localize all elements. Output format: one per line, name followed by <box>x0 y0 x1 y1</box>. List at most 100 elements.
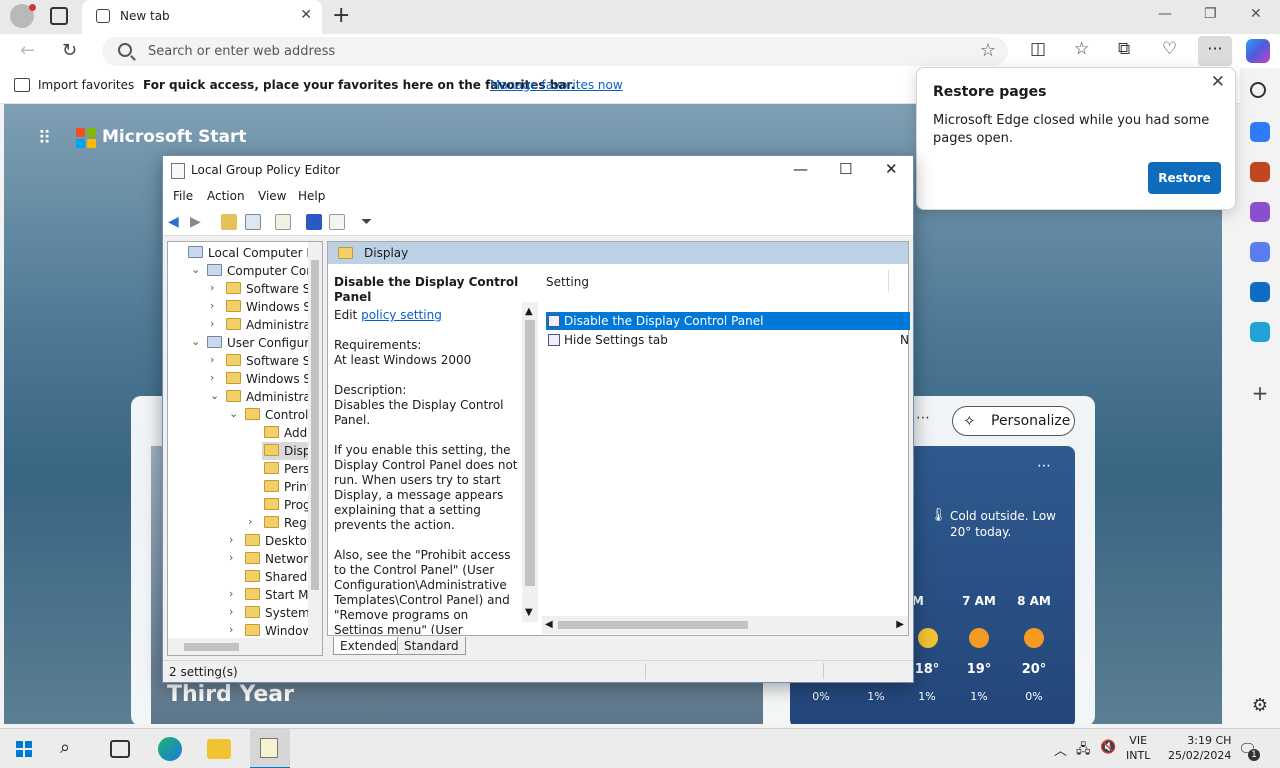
browser-essentials-icon[interactable]: ♡ <box>1162 39 1177 59</box>
scroll-left-icon[interactable]: ◀ <box>545 619 553 630</box>
chevron-right-icon[interactable]: › <box>229 533 233 546</box>
sidebar-settings-gear-icon[interactable]: ⚙ <box>1250 696 1270 716</box>
chevron-right-icon[interactable]: › <box>210 299 214 312</box>
favorites-icon[interactable]: ☆ <box>1074 39 1089 59</box>
tree-item[interactable]: › Region <box>168 514 310 532</box>
tools-icon[interactable] <box>1250 162 1270 182</box>
list-horizontal-scrollbar[interactable]: ◀ ▶ <box>542 616 908 634</box>
properties-icon[interactable] <box>329 214 345 230</box>
help-icon[interactable] <box>306 214 322 230</box>
shopping-icon[interactable] <box>1250 122 1270 142</box>
tree-item[interactable]: ⌄ Administrative <box>168 388 310 406</box>
filter-icon[interactable]: ⏷ <box>361 214 377 230</box>
tree-item[interactable]: › Windows Sett <box>168 370 310 388</box>
tree-item[interactable]: › Software Setti <box>168 352 310 370</box>
manage-favorites-link[interactable]: Manage favorites now <box>490 78 623 92</box>
split-screen-icon[interactable]: ◫ <box>1030 39 1046 59</box>
language-indicator[interactable]: VIE INTL <box>1126 733 1150 763</box>
gpe-titlebar[interactable]: Local Group Policy Editor — ☐ ✕ <box>163 156 913 186</box>
clock[interactable]: 3:19 CH 25/02/2024 <box>1168 733 1231 763</box>
restore-button[interactable]: Restore <box>1148 162 1221 194</box>
new-tab-plus-icon[interactable]: + <box>332 3 350 28</box>
menu-action[interactable]: Action <box>207 189 245 203</box>
chevron-right-icon[interactable]: › <box>210 317 214 330</box>
weather-more-icon[interactable]: ⋯ <box>1037 458 1051 474</box>
chevron-right-icon[interactable]: › <box>229 551 233 564</box>
task-view-icon[interactable] <box>110 740 130 758</box>
feed-more-icon[interactable]: ⋯ <box>916 410 930 426</box>
tree-item[interactable]: Local Computer Polic <box>168 244 310 262</box>
setting-row[interactable]: Hide Settings tab N <box>546 331 910 349</box>
gpe-taskbar-button[interactable] <box>250 729 290 768</box>
tab-new-tab[interactable]: New tab ✕ <box>82 0 322 34</box>
volume-muted-icon[interactable]: 🔇 <box>1100 740 1116 755</box>
description-scroll-thumb[interactable] <box>525 320 535 586</box>
gpe-close-icon[interactable]: ✕ <box>885 160 898 178</box>
description-scrollbar[interactable]: ▲ ▼ <box>522 302 538 622</box>
menu-view[interactable]: View <box>258 189 286 203</box>
tab-extended[interactable]: Extended <box>333 637 404 655</box>
chevron-right-icon[interactable]: › <box>229 623 233 636</box>
edge-taskbar-icon[interactable] <box>158 737 182 761</box>
tab-close-icon[interactable]: ✕ <box>300 7 312 23</box>
games-icon[interactable] <box>1250 202 1270 222</box>
tree-hscroll-thumb[interactable] <box>184 643 239 651</box>
outlook-icon[interactable] <box>1250 282 1270 302</box>
scroll-right-icon[interactable]: ▶ <box>896 619 904 630</box>
scroll-up-icon[interactable]: ▲ <box>525 304 533 319</box>
minimize-icon[interactable]: — <box>1158 6 1172 22</box>
policy-setting-link[interactable]: policy setting <box>361 308 442 322</box>
tree-horizontal-scrollbar[interactable] <box>168 638 322 655</box>
drop-icon[interactable] <box>1250 322 1270 342</box>
menu-file[interactable]: File <box>173 189 193 203</box>
tree-item[interactable]: Printer <box>168 478 310 496</box>
import-favorites-button[interactable]: Import favorites <box>38 78 134 92</box>
collections-icon[interactable]: ⧉ <box>1118 39 1130 59</box>
list-scroll-thumb[interactable] <box>558 621 748 629</box>
add-sidebar-app-icon[interactable]: + <box>1250 383 1270 404</box>
restore-window-icon[interactable]: ❐ <box>1204 6 1217 22</box>
tree-vertical-scrollbar[interactable] <box>308 242 322 638</box>
menu-help[interactable]: Help <box>298 189 325 203</box>
back-arrow-icon[interactable]: ← <box>20 40 35 61</box>
tree-item[interactable]: Person <box>168 460 310 478</box>
tree-item[interactable]: › Desktop <box>168 532 310 550</box>
tree-item[interactable]: Shared Fol <box>168 568 310 586</box>
scroll-down-icon[interactable]: ▼ <box>525 605 533 620</box>
tree-scroll-thumb[interactable] <box>311 260 319 590</box>
start-windows-icon[interactable] <box>16 741 32 757</box>
tree-item[interactable]: › Software Setti <box>168 280 310 298</box>
tree-item[interactable]: ⌄ User Configuratio <box>168 334 310 352</box>
show-hide-tree-icon[interactable] <box>245 214 261 230</box>
search-icon[interactable] <box>1250 82 1266 98</box>
file-explorer-icon[interactable] <box>207 739 231 759</box>
address-input[interactable]: Search or enter web address ☆ <box>102 37 1008 66</box>
refresh-icon[interactable]: ↻ <box>62 40 77 61</box>
setting-column-header[interactable]: Setting <box>546 275 589 289</box>
chevron-right-icon[interactable]: › <box>229 605 233 618</box>
personalize-button[interactable]: ✧ Personalize <box>952 406 1075 436</box>
chevron-right-icon[interactable]: › <box>210 353 214 366</box>
export-list-icon[interactable] <box>275 214 291 230</box>
chevron-down-icon[interactable]: ⌄ <box>191 263 200 276</box>
restore-close-icon[interactable]: ✕ <box>1211 72 1225 92</box>
gpe-maximize-icon[interactable]: ☐ <box>839 160 852 178</box>
close-window-icon[interactable]: ✕ <box>1250 6 1262 22</box>
network-icon[interactable]: 🖧 <box>1076 740 1091 762</box>
chevron-down-icon[interactable]: ⌄ <box>210 389 219 402</box>
tree-item[interactable]: ⌄ Control Pa <box>168 406 310 424</box>
copilot-icon[interactable] <box>1246 39 1270 63</box>
chevron-down-icon[interactable]: ⌄ <box>229 407 238 420</box>
app-launcher-icon[interactable]: ⠿ <box>38 128 51 149</box>
tree-item[interactable]: › Network <box>168 550 310 568</box>
column-separator[interactable] <box>888 270 889 292</box>
chevron-right-icon[interactable]: › <box>210 371 214 384</box>
tree-item[interactable]: › Start Menu <box>168 586 310 604</box>
microsoft-365-icon[interactable] <box>1250 242 1270 262</box>
microsoft-start-title[interactable]: Microsoft Start <box>102 127 246 147</box>
chevron-right-icon[interactable]: › <box>229 587 233 600</box>
tree-item[interactable]: › Administrative <box>168 316 310 334</box>
forward-arrow-icon[interactable]: ▶ <box>190 214 206 230</box>
tree-item[interactable]: › Windows Sett <box>168 298 310 316</box>
favorite-star-icon[interactable]: ☆ <box>980 40 996 61</box>
